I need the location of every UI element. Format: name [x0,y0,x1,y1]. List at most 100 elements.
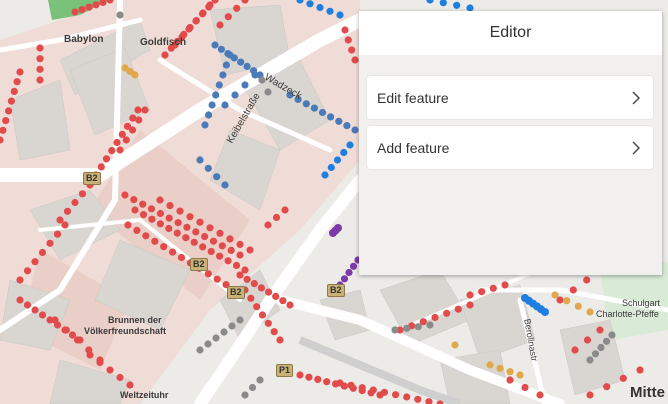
point-feature[interactable] [71,198,79,207]
point-feature[interactable] [286,301,294,309]
point-feature[interactable] [351,126,359,134]
point-feature[interactable] [131,206,139,214]
point-feature[interactable] [264,319,272,327]
point-feature[interactable] [141,106,149,114]
point-feature[interactable] [506,368,514,376]
point-feature[interactable] [243,275,251,283]
point-feature[interactable] [169,248,177,256]
point-feature[interactable] [602,337,611,345]
point-feature[interactable] [196,156,204,164]
point-feature[interactable] [349,262,358,270]
point-feature[interactable] [160,243,168,251]
point-feature[interactable] [333,156,342,164]
point-feature[interactable] [276,336,284,344]
point-feature[interactable] [236,240,244,248]
point-feature[interactable] [78,6,86,14]
point-feature[interactable] [220,328,228,336]
point-feature[interactable] [343,122,351,130]
point-feature[interactable] [489,284,497,292]
point-feature[interactable] [215,81,223,89]
point-feature[interactable] [272,213,281,222]
point-feature[interactable] [209,237,218,245]
point-feature[interactable] [108,147,116,155]
point-feature[interactable] [51,316,59,324]
point-feature[interactable] [13,78,21,86]
point-feature[interactable] [247,294,255,302]
point-feature[interactable] [454,305,462,313]
point-feature[interactable] [85,3,93,11]
point-feature[interactable] [541,308,549,316]
point-feature[interactable] [216,229,224,237]
point-feature[interactable] [246,246,254,254]
point-feature[interactable] [281,206,289,214]
point-feature[interactable] [586,391,594,399]
point-feature[interactable] [151,237,159,245]
point-feature[interactable] [216,21,224,29]
point-feature[interactable] [348,46,356,54]
point-feature[interactable] [335,117,343,125]
point-feature[interactable] [61,221,69,229]
point-feature[interactable] [36,55,44,63]
point-feature[interactable] [344,36,352,44]
point-feature[interactable] [206,224,214,232]
point-feature[interactable] [16,296,24,304]
point-feature[interactable] [86,351,94,359]
point-feature[interactable] [253,303,261,311]
point-feature[interactable] [334,224,342,232]
point-feature[interactable] [316,3,324,12]
point-feature[interactable] [135,116,143,124]
point-feature[interactable] [2,117,10,125]
point-feature[interactable] [236,316,244,324]
point-feature[interactable] [506,376,514,384]
point-feature[interactable] [224,13,232,21]
point-feature[interactable] [496,364,504,372]
point-feature[interactable] [204,340,212,348]
point-feature[interactable] [190,238,198,246]
point-feature[interactable] [23,301,32,309]
point-feature[interactable] [403,393,411,401]
point-feature[interactable] [217,45,225,53]
point-feature[interactable] [121,191,129,199]
point-feature[interactable] [380,388,388,396]
point-feature[interactable] [139,200,147,208]
point-feature[interactable] [177,253,186,262]
point-feature[interactable] [536,391,544,399]
point-feature[interactable] [161,51,169,59]
point-feature[interactable] [36,76,44,84]
point-feature[interactable] [216,252,224,260]
point-feature[interactable] [124,221,132,229]
point-feature[interactable] [369,386,377,394]
point-feature[interactable] [221,181,229,189]
point-feature[interactable] [221,101,229,109]
point-feature[interactable] [596,326,604,334]
point-feature[interactable] [226,51,234,59]
point-feature[interactable] [358,384,366,392]
point-feature[interactable] [201,121,209,129]
point-feature[interactable] [213,275,221,283]
point-feature[interactable] [466,291,474,299]
point-feature[interactable] [192,17,200,25]
point-feature[interactable] [340,148,348,157]
point-feature[interactable] [551,291,559,299]
point-feature[interactable] [174,219,182,227]
point-feature[interactable] [591,350,600,358]
point-feature[interactable] [336,379,344,387]
point-feature[interactable] [31,258,39,266]
point-feature[interactable] [310,104,318,112]
point-feature[interactable] [205,111,213,119]
point-feature[interactable] [233,4,241,12]
point-feature[interactable] [165,214,173,222]
point-feature[interactable] [196,346,204,354]
point-feature[interactable] [341,26,349,34]
point-feature[interactable] [296,371,304,379]
point-feature[interactable] [113,138,121,147]
point-feature[interactable] [207,247,215,256]
point-feature[interactable] [222,61,230,69]
point-feature[interactable] [196,218,204,226]
point-feature[interactable] [583,276,591,284]
point-feature[interactable] [173,229,181,237]
point-feature[interactable] [62,326,70,334]
point-feature[interactable] [128,126,137,134]
point-feature[interactable] [603,383,611,391]
point-feature[interactable] [204,270,212,278]
